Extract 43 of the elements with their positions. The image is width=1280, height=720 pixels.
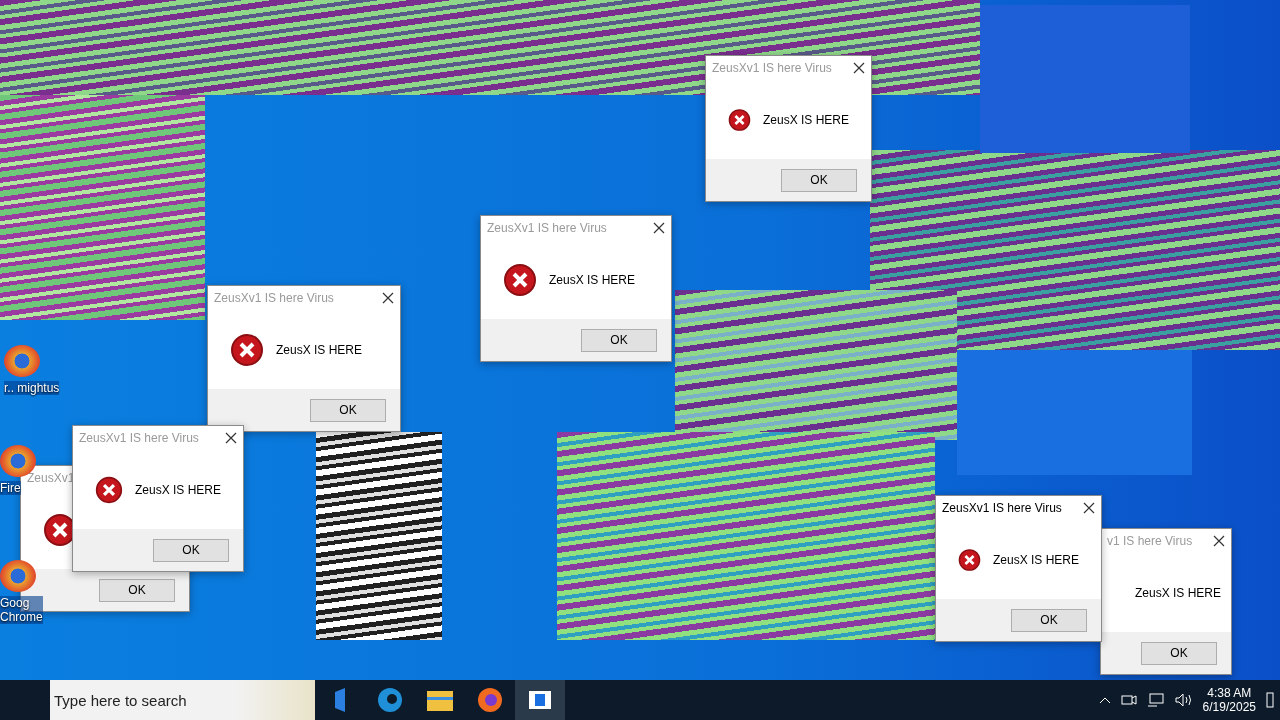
search-field[interactable]: Type here to search	[50, 680, 315, 720]
window-title: ZeusXv1 IS here Virus	[712, 61, 832, 75]
task-view-icon[interactable]	[333, 688, 347, 712]
window-title: ZeusXv1 IS here Virus	[487, 221, 607, 235]
ok-button[interactable]: OK	[781, 168, 857, 192]
folder-icon[interactable]	[427, 689, 453, 711]
error-icon	[230, 332, 264, 367]
message-text: ZeusX IS HERE	[1135, 585, 1222, 600]
ok-button[interactable]: OK	[310, 398, 386, 422]
ok-button[interactable]: OK	[581, 328, 657, 352]
window-app-icon[interactable]	[529, 691, 551, 709]
close-icon[interactable]	[225, 432, 237, 444]
chevron-up-icon[interactable]	[1098, 696, 1111, 704]
camera-icon[interactable]	[1120, 693, 1137, 707]
window-title: ZeusXv1 IS here Virus	[942, 501, 1062, 515]
window-title: ZeusXv1	[27, 471, 75, 485]
clock-time[interactable]: 4:38 AM	[1207, 686, 1252, 700]
browser-icon[interactable]	[377, 687, 403, 713]
ok-button[interactable]: OK	[153, 538, 229, 562]
close-icon[interactable]	[382, 292, 394, 304]
icon-label[interactable]: r.. mightus	[4, 381, 60, 395]
ok-button[interactable]: OK	[99, 578, 175, 602]
close-icon[interactable]	[853, 62, 865, 74]
volume-icon[interactable]	[1174, 693, 1193, 707]
message-text: ZeusX IS HERE	[276, 342, 363, 357]
ok-button[interactable]: OK	[1141, 641, 1217, 665]
message-text: ZeusX IS HERE	[992, 552, 1079, 567]
clock-date[interactable]: 6/19/2025	[1202, 700, 1256, 714]
close-icon[interactable]	[1213, 535, 1225, 547]
icon-label[interactable]: Fire	[0, 481, 21, 495]
message-text: ZeusX IS HERE	[549, 272, 636, 287]
error-icon	[503, 262, 537, 297]
close-icon[interactable]	[653, 222, 665, 234]
window-title: ZeusXv1 IS here Virus	[79, 431, 199, 445]
message-text: ZeusX IS HERE	[134, 482, 221, 497]
network-icon[interactable]	[1146, 693, 1165, 707]
app-icon[interactable]	[0, 560, 36, 592]
message-text: ZeusX IS HERE	[762, 112, 849, 127]
ok-button[interactable]: OK	[1011, 608, 1087, 632]
close-icon[interactable]	[1083, 502, 1095, 514]
window-title: v1 IS here Virus	[1107, 534, 1193, 548]
window-title: ZeusXv1 IS here Virus	[214, 291, 334, 305]
notification-icon[interactable]	[1266, 692, 1274, 708]
